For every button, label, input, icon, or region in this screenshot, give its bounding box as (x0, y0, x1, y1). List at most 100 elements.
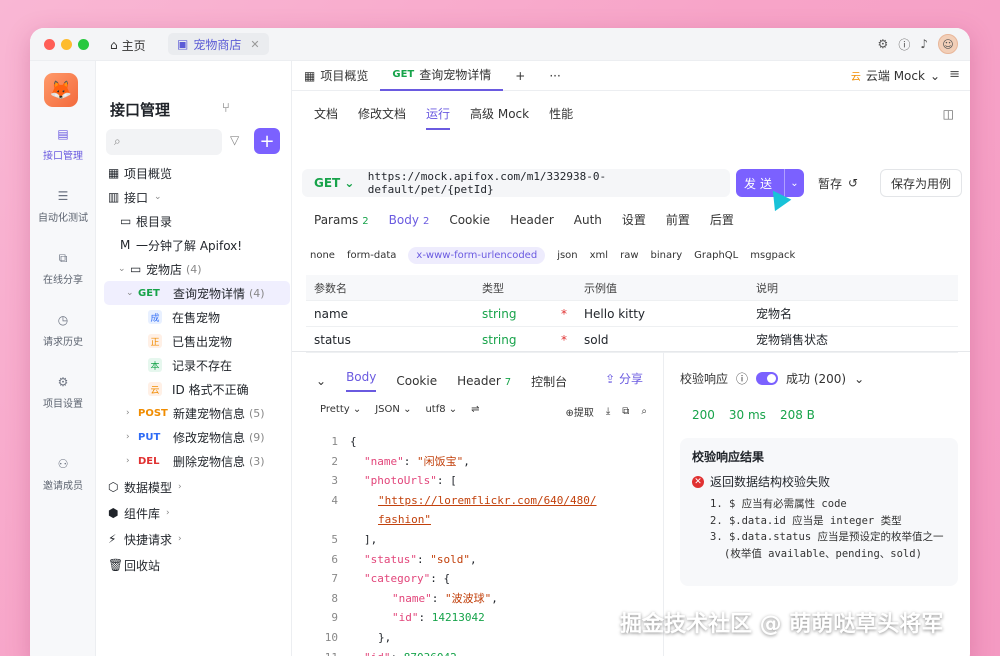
filter-icon[interactable]: ▽ (230, 133, 239, 147)
tree-case-bad-id[interactable]: 云 ID 格式不正确 (104, 377, 290, 401)
save-as-case-button[interactable]: 保存为用例 (880, 169, 963, 197)
tree-item-put-pet[interactable]: › PUT 修改宠物信息 (9) (104, 425, 290, 449)
tree-item-schemas[interactable]: ⬡ 数据模型 › (104, 475, 290, 499)
tab-advanced-mock[interactable]: 高级 Mock (470, 105, 529, 130)
tree-item-del-pet[interactable]: › DEL 删除宠物信息 (3) (104, 449, 290, 473)
tree-item-root[interactable]: ▭ 根目录 (104, 209, 290, 233)
validation-toggle[interactable] (756, 372, 779, 385)
tab-overview[interactable]: ▦ 项目概览 (292, 61, 380, 91)
tree-item-overview[interactable]: ▦ 项目概览 (104, 161, 290, 185)
split-view-icon[interactable]: ◫ (943, 107, 954, 121)
share-button[interactable]: ⇪ 分享 (605, 370, 643, 387)
param-name[interactable]: name (306, 307, 482, 321)
search-input[interactable]: ⌕ (106, 129, 222, 155)
tree-item-get-pet[interactable]: ⌄ GET 查询宠物详情 (4) (104, 281, 290, 305)
status-select[interactable]: 成功 (200) (786, 370, 846, 387)
tree-item-post-pet[interactable]: › POST 新建宠物信息 (5) (104, 401, 290, 425)
rail-item-api[interactable]: ▤ 接口管理 (30, 125, 96, 162)
download-icon[interactable]: ⤓ (606, 406, 610, 417)
param-description[interactable]: 宠物名 (756, 305, 958, 322)
tree-item-quick-request[interactable]: ⚡ 快捷请求 › (104, 527, 290, 551)
tab-doc[interactable]: 文档 (314, 105, 338, 130)
tab-params[interactable]: Params 2 (314, 213, 369, 227)
maximize-window-button[interactable] (78, 39, 89, 50)
menu-icon[interactable]: ≡ (949, 67, 960, 82)
rail-item-history[interactable]: ◷ 请求历史 (30, 311, 96, 348)
add-button[interactable]: + (254, 128, 280, 154)
project-tab[interactable]: ▣ 宠物商店 ✕ (168, 33, 269, 55)
body-type-option[interactable]: form-data (347, 250, 396, 261)
body-type-option[interactable]: GraphQL (694, 250, 738, 261)
tab-bar: ▦ 项目概览 GET 查询宠物详情 + ··· 云 云端 Mock ⌄ ≡ (292, 61, 970, 91)
encoding-select[interactable]: utf8 ⌄ (425, 404, 457, 415)
param-description[interactable]: 宠物销售状态 (756, 331, 958, 348)
body-type-option[interactable]: x-www-form-urlencoded (408, 247, 546, 264)
new-tab-button[interactable]: + (503, 61, 537, 91)
search-icon[interactable]: ⌕ (641, 406, 647, 417)
param-example[interactable]: Hello kitty (580, 307, 756, 321)
param-name[interactable]: status (306, 333, 482, 347)
json-url[interactable]: "https://loremflickr.com/640/480/ (378, 494, 597, 507)
more-icon[interactable]: ··· (537, 61, 572, 91)
tab-pre[interactable]: 前置 (666, 211, 690, 228)
home-tab[interactable]: ⌂ 主页 (110, 36, 146, 54)
tab-post[interactable]: 后置 (710, 211, 734, 228)
avatar[interactable]: ☺ (938, 34, 958, 54)
pretty-select[interactable]: Pretty ⌄ (320, 404, 361, 415)
param-type[interactable]: string (482, 307, 548, 321)
tree-case-sold[interactable]: 正 已售出宠物 (104, 329, 290, 353)
param-type[interactable]: string (482, 333, 548, 347)
tab-header[interactable]: Header (510, 213, 554, 227)
body-type-option[interactable]: none (310, 250, 335, 261)
reset-icon[interactable]: ↺ (848, 176, 858, 190)
rail-item-settings[interactable]: ⚙ 项目设置 (30, 373, 96, 410)
tab-edit-doc[interactable]: 修改文档 (358, 105, 406, 130)
tree-item-intro[interactable]: M 一分钟了解 Apifox! (104, 233, 290, 257)
tree-item-components[interactable]: ⬢ 组件库 › (104, 501, 290, 525)
tab-settings[interactable]: 设置 (622, 211, 646, 228)
wrap-icon[interactable]: ⇌ (471, 404, 479, 415)
tab-response-header[interactable]: Header 7 (457, 374, 511, 388)
param-example[interactable]: sold (580, 333, 756, 347)
save-button[interactable]: 暂存 ↺ (810, 169, 866, 197)
tab-response-cookie[interactable]: Cookie (396, 374, 437, 388)
tab-console[interactable]: 控制台 (531, 373, 567, 390)
tree-item-petstore[interactable]: ⌄ ▭ 宠物店 (4) (104, 257, 290, 281)
tree-item-trash[interactable]: 🗑 回收站 (104, 553, 290, 577)
rail-item-autotest[interactable]: ☰ 自动化测试 (30, 187, 96, 224)
body-type-option[interactable]: msgpack (750, 250, 795, 261)
settings-icon[interactable]: ⚙ (878, 37, 889, 51)
tab-auth[interactable]: Auth (574, 213, 602, 227)
tab-performance[interactable]: 性能 (549, 105, 573, 130)
method-select[interactable]: GET ⌄ (314, 176, 358, 190)
chevron-down-icon[interactable]: ⌄ (316, 374, 326, 388)
tree-item-api[interactable]: ▥ 接口 ⌄ (104, 185, 290, 209)
tab-response-body[interactable]: Body (346, 370, 377, 392)
help-icon[interactable]: ⓘ (898, 36, 910, 53)
tab-run[interactable]: 运行 (426, 105, 451, 130)
rail-item-invite[interactable]: ⚇ 邀请成员 (30, 455, 96, 492)
branch-icon[interactable]: ⑂ (222, 101, 230, 116)
rail-item-share[interactable]: ⧉ 在线分享 (30, 249, 96, 287)
url-input[interactable]: https://mock.apifox.com/m1/332938-0-defa… (368, 170, 730, 196)
json-url[interactable]: fashion" (378, 513, 431, 526)
extract-button[interactable]: ⊕提取 (565, 404, 593, 419)
tree-case-onsale[interactable]: 成 在售宠物 (104, 305, 290, 329)
close-icon[interactable]: ✕ (250, 38, 259, 51)
tab-get-pet[interactable]: GET 查询宠物详情 (380, 61, 504, 91)
json-select[interactable]: JSON ⌄ (375, 404, 411, 415)
tab-body[interactable]: Body 2 (389, 213, 430, 227)
environment-select[interactable]: 云 云端 Mock ⌄ (851, 67, 940, 84)
body-type-option[interactable]: xml (590, 250, 608, 261)
body-type-option[interactable]: raw (620, 250, 638, 261)
bell-icon[interactable]: ♪ (920, 37, 928, 51)
minimize-window-button[interactable] (61, 39, 72, 50)
copy-icon[interactable]: ⧉ (622, 406, 629, 417)
help-icon[interactable]: ⓘ (736, 370, 748, 387)
body-type-option[interactable]: json (557, 250, 577, 261)
close-window-button[interactable] (44, 39, 55, 50)
tree-case-notfound[interactable]: 本 记录不存在 (104, 353, 290, 377)
chevron-down-icon[interactable]: ⌄ (854, 372, 864, 386)
tab-cookie[interactable]: Cookie (449, 213, 490, 227)
body-type-option[interactable]: binary (651, 250, 683, 261)
